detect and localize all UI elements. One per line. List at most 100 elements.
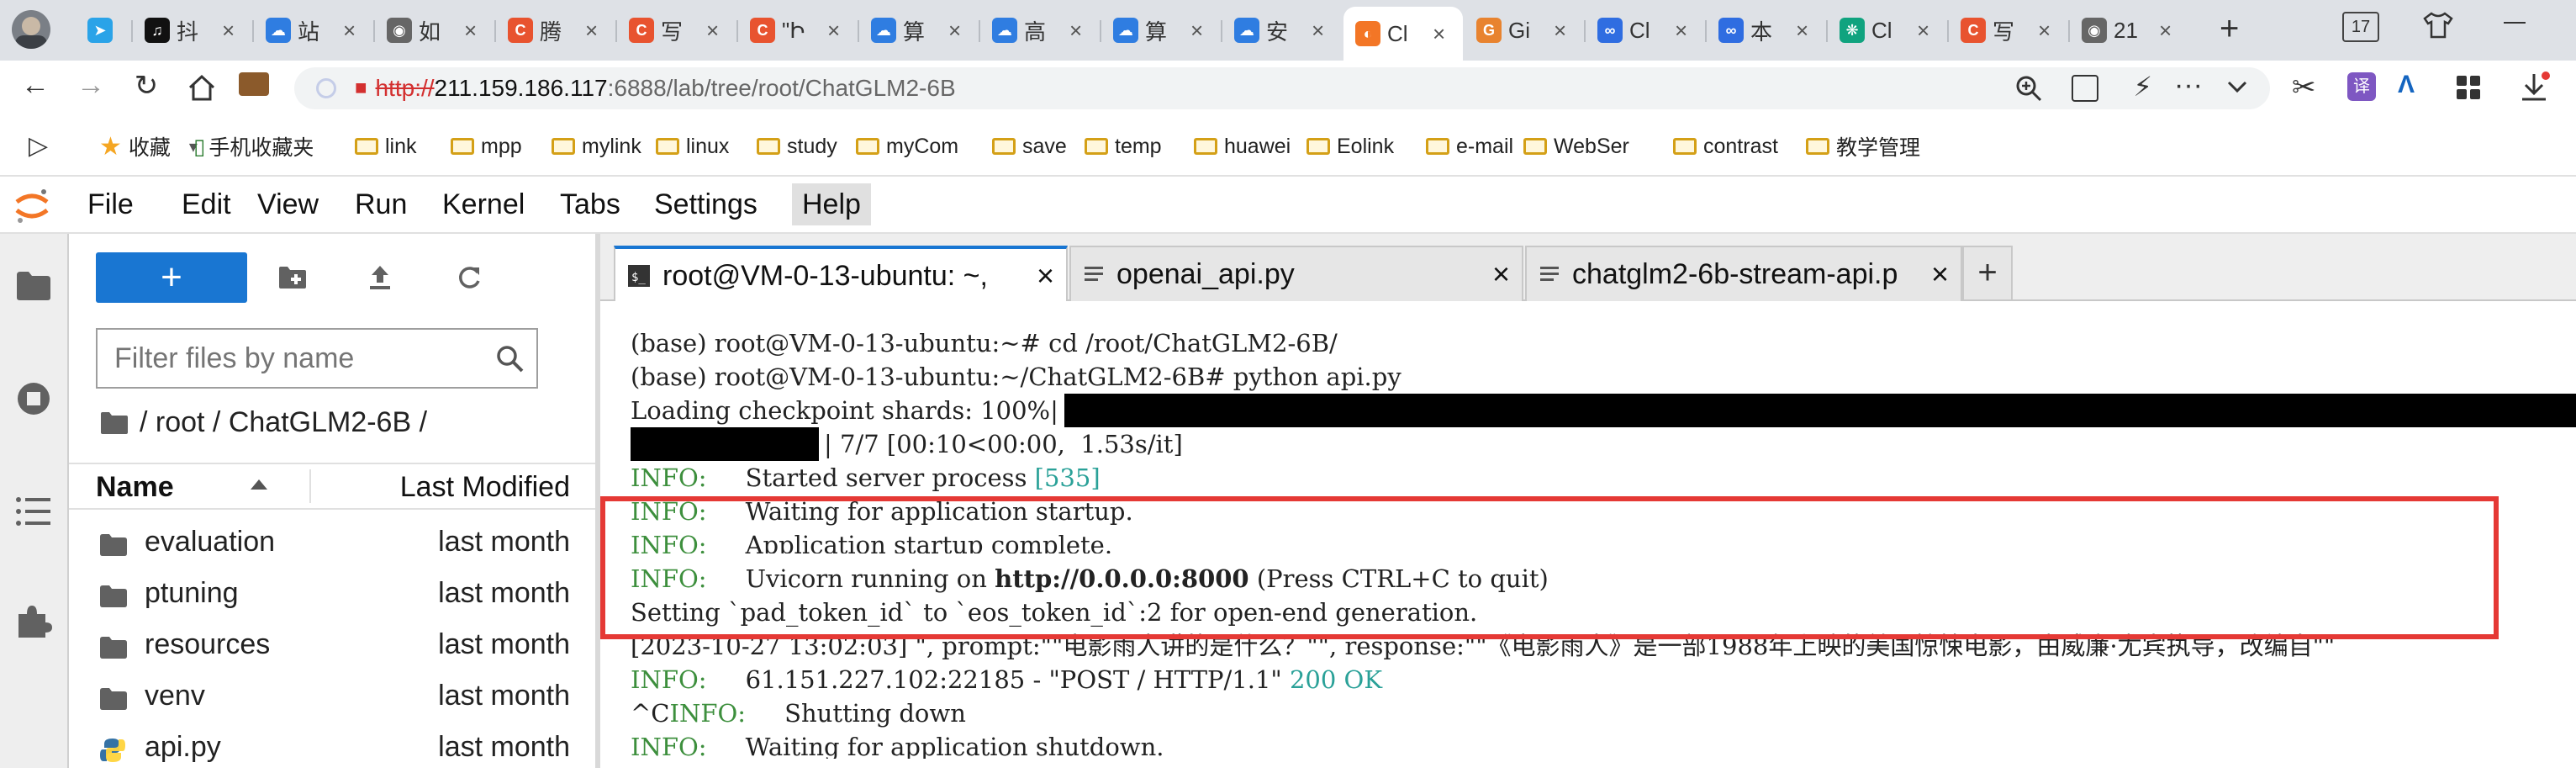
- bookmark-item[interactable]: link: [355, 131, 417, 161]
- browser-tab[interactable]: ☁ 算 ×: [1101, 10, 1221, 50]
- translate-icon[interactable]: [2072, 75, 2098, 102]
- bookmark-item[interactable]: WebSer: [1523, 131, 1629, 161]
- home-icon[interactable]: [185, 71, 219, 109]
- bookmark-item[interactable]: ★ 收藏 ▾: [99, 131, 198, 161]
- sidebar-toggle-icon[interactable]: ▷: [29, 131, 48, 161]
- browser-tab[interactable]: ◉ 21 ×: [2070, 10, 2189, 50]
- close-icon[interactable]: ×: [827, 18, 840, 44]
- close-icon[interactable]: ×: [585, 18, 598, 44]
- menu-kernel[interactable]: Kernel: [432, 183, 535, 225]
- refresh-icon[interactable]: [451, 259, 488, 296]
- extension-manager-icon[interactable]: [0, 587, 67, 654]
- file-list-row[interactable]: api.py last month: [69, 722, 595, 773]
- close-icon[interactable]: ×: [2038, 18, 2051, 44]
- menu-help[interactable]: Help: [792, 183, 871, 225]
- file-list-row[interactable]: ptuning last month: [69, 568, 595, 619]
- sort-ascending-icon[interactable]: [249, 476, 269, 497]
- site-info-icon[interactable]: [316, 78, 336, 98]
- close-icon[interactable]: ×: [1492, 257, 1510, 292]
- tab-count-badge[interactable]: 17: [2342, 12, 2379, 42]
- close-icon[interactable]: ×: [1433, 21, 1445, 47]
- close-icon[interactable]: ×: [1931, 257, 1949, 292]
- add-tab-button[interactable]: +: [1962, 246, 2013, 299]
- menu-file[interactable]: File: [77, 183, 144, 225]
- menu-run[interactable]: Run: [345, 183, 417, 225]
- browser-tab[interactable]: ❋ Cl ×: [1828, 10, 1947, 50]
- close-icon[interactable]: ×: [1069, 18, 1082, 44]
- chevron-down-icon[interactable]: [2225, 74, 2250, 105]
- menu-tabs[interactable]: Tabs: [550, 183, 631, 225]
- menu-settings[interactable]: Settings: [644, 183, 768, 225]
- download-icon[interactable]: [2517, 71, 2551, 109]
- new-tab-button[interactable]: +: [2220, 10, 2239, 48]
- bookmark-item[interactable]: mpp: [451, 131, 522, 161]
- close-icon[interactable]: ×: [222, 18, 235, 44]
- bookmark-item[interactable]: linux: [656, 131, 729, 161]
- new-launcher-button[interactable]: +: [96, 252, 247, 303]
- dock-tab[interactable]: openai_api.py ×: [1069, 246, 1523, 301]
- close-icon[interactable]: ×: [1037, 258, 1054, 294]
- insecure-lock-icon[interactable]: ■: [355, 77, 367, 100]
- file-list-row[interactable]: resources last month: [69, 619, 595, 670]
- browser-tab[interactable]: ➤: [76, 10, 126, 50]
- browser-tab[interactable]: C 写 ×: [1949, 10, 2068, 50]
- upload-icon[interactable]: [362, 259, 399, 296]
- breadcrumb-path[interactable]: / root / ChatGLM2-6B /: [140, 406, 427, 439]
- filter-files-input[interactable]: Filter files by name: [96, 328, 538, 389]
- bookmark-item[interactable]: 教学管理: [1806, 131, 1920, 161]
- lightning-icon[interactable]: ⚡: [2134, 71, 2152, 103]
- bookmark-item[interactable]: myCom: [856, 131, 958, 161]
- dock-tab[interactable]: chatglm2-6b-stream-api.p ×: [1525, 246, 1962, 301]
- file-browser-icon[interactable]: [0, 252, 67, 320]
- browser-tab[interactable]: ♫ 抖 ×: [133, 10, 252, 50]
- extension-icon[interactable]: Λ: [2398, 71, 2415, 99]
- close-icon[interactable]: ×: [343, 18, 356, 44]
- table-of-contents-icon[interactable]: [0, 478, 67, 545]
- bookmark-item[interactable]: contrast: [1673, 131, 1778, 161]
- bookmark-item[interactable]: ▯ 手机收藏夹: [193, 131, 314, 161]
- briefcase-icon[interactable]: [239, 72, 269, 96]
- close-icon[interactable]: ×: [1796, 18, 1808, 44]
- browser-tab[interactable]: G Gi ×: [1465, 10, 1584, 50]
- browser-tab[interactable]: ☁ 高 ×: [980, 10, 1100, 50]
- dock-tab[interactable]: $_ root@VM-0-13-ubuntu: ~, ×: [614, 246, 1068, 303]
- browser-tab[interactable]: ☁ 安 ×: [1222, 10, 1342, 50]
- modified-column-header[interactable]: Last Modified: [400, 471, 570, 504]
- profile-avatar[interactable]: [12, 10, 50, 49]
- close-icon[interactable]: ×: [1917, 18, 1929, 44]
- zoom-icon[interactable]: [2014, 74, 2043, 109]
- browser-tab[interactable]: C 写 ×: [617, 10, 736, 50]
- close-icon[interactable]: ×: [1675, 18, 1687, 44]
- bookmark-item[interactable]: huawei: [1194, 131, 1291, 161]
- running-sessions-icon[interactable]: [0, 365, 67, 432]
- bookmark-item[interactable]: save: [992, 131, 1067, 161]
- column-divider[interactable]: [309, 469, 311, 503]
- scissors-icon[interactable]: ✂: [2292, 71, 2316, 104]
- close-icon[interactable]: ×: [1312, 18, 1324, 44]
- browser-tab[interactable]: C "Ի ×: [738, 10, 858, 50]
- browser-tab[interactable]: ☁ 算 ×: [859, 10, 979, 50]
- bookmark-item[interactable]: temp: [1085, 131, 1162, 161]
- file-list-row[interactable]: venv last month: [69, 670, 595, 722]
- close-icon[interactable]: ×: [1554, 18, 1566, 44]
- file-list-row[interactable]: evaluation last month: [69, 516, 595, 568]
- shirt-icon[interactable]: [2421, 8, 2455, 46]
- menu-edit[interactable]: Edit: [172, 183, 241, 225]
- bookmark-item[interactable]: mylink: [552, 131, 641, 161]
- more-icon[interactable]: ···: [2174, 69, 2203, 102]
- name-column-header[interactable]: Name: [96, 471, 174, 504]
- minimize-icon[interactable]: [2504, 22, 2526, 24]
- browser-tab[interactable]: ☁ 站 ×: [254, 10, 373, 50]
- browser-tab[interactable]: ◉ 如 ×: [375, 10, 494, 50]
- apps-grid-icon[interactable]: [2455, 74, 2482, 105]
- browser-tab[interactable]: ∞ 本 ×: [1707, 10, 1826, 50]
- close-icon[interactable]: ×: [948, 18, 961, 44]
- close-icon[interactable]: ×: [1190, 18, 1203, 44]
- bookmark-item[interactable]: Eolink: [1306, 131, 1394, 161]
- bookmark-item[interactable]: study: [757, 131, 837, 161]
- browser-tab[interactable]: ◐ Cl ×: [1343, 7, 1463, 61]
- folder-icon[interactable]: [99, 410, 129, 436]
- menu-view[interactable]: View: [247, 183, 329, 225]
- browser-tab[interactable]: ∞ Cl ×: [1586, 10, 1705, 50]
- close-icon[interactable]: ×: [706, 18, 719, 44]
